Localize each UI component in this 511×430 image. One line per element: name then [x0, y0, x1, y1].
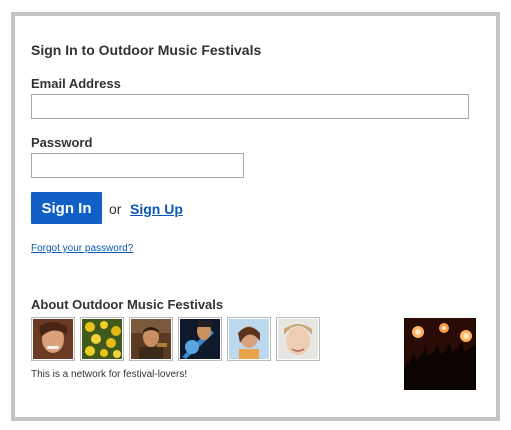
concert-crowd-image — [404, 318, 476, 390]
sign-up-link[interactable]: Sign Up — [130, 201, 183, 217]
member-avatar-1[interactable] — [31, 317, 75, 361]
member-avatar-5[interactable] — [227, 317, 271, 361]
network-tagline: This is a network for festival-lovers! — [31, 369, 188, 380]
member-photo-icon — [131, 319, 171, 359]
member-avatars — [31, 317, 325, 361]
or-separator: or — [109, 201, 122, 217]
member-photo-icon — [33, 319, 73, 359]
member-photo-icon — [180, 319, 220, 359]
member-photo-icon — [82, 319, 122, 359]
password-label: Password — [31, 135, 93, 150]
member-photo-icon — [278, 319, 318, 359]
email-field[interactable] — [31, 94, 469, 119]
about-title: About Outdoor Music Festivals — [31, 297, 224, 312]
signin-panel: Sign In to Outdoor Music Festivals Email… — [11, 12, 500, 421]
member-avatar-3[interactable] — [129, 317, 173, 361]
email-label: Email Address — [31, 76, 121, 91]
page-title: Sign In to Outdoor Music Festivals — [31, 42, 262, 58]
member-photo-icon — [229, 319, 269, 359]
member-avatar-2[interactable] — [80, 317, 124, 361]
forgot-password-link[interactable]: Forgot your password? — [31, 243, 133, 254]
concert-crowd-image — [404, 318, 476, 390]
signin-panel-content: Sign In to Outdoor Music Festivals Email… — [31, 16, 480, 417]
member-avatar-6[interactable] — [276, 317, 320, 361]
sign-in-button[interactable]: Sign In — [31, 192, 102, 224]
member-avatar-4[interactable] — [178, 317, 222, 361]
password-field[interactable] — [31, 153, 244, 178]
